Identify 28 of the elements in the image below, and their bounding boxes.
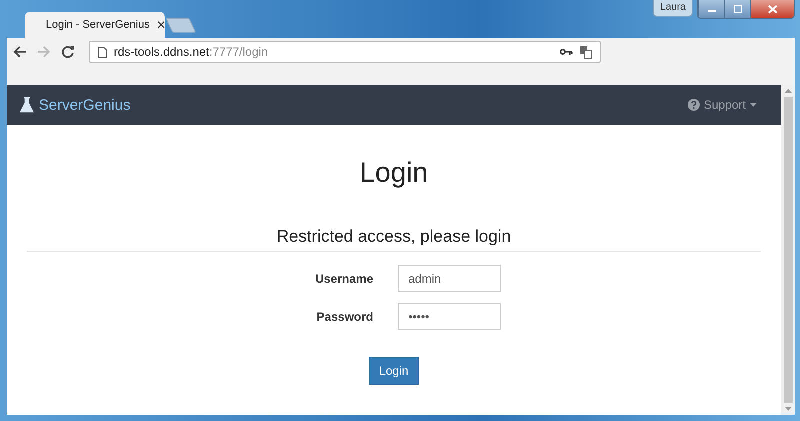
input-field[interactable]: ••••• <box>398 303 500 330</box>
close-icon <box>768 4 778 14</box>
reload-icon[interactable] <box>61 45 75 59</box>
caret-icon <box>750 103 757 107</box>
input-field[interactable]: admin <box>398 265 500 292</box>
close-button[interactable] <box>750 0 794 18</box>
tab-title: Login - ServerGenius <box>46 19 150 31</box>
help-icon <box>688 99 700 111</box>
back-icon[interactable] <box>13 45 27 59</box>
flask-icon <box>20 97 34 113</box>
login-button[interactable]: Login <box>369 357 419 385</box>
minimize-button[interactable] <box>698 0 724 18</box>
profile-button[interactable]: Laura <box>653 0 693 17</box>
maximize-icon <box>732 5 742 13</box>
key-icon[interactable] <box>560 48 573 56</box>
address-bar[interactable]: rds-tools.ddns.net:7777/login <box>89 41 601 63</box>
field-label: Password <box>316 310 374 324</box>
support-menu[interactable]: Support <box>688 98 757 112</box>
page-heading: Login <box>360 157 428 189</box>
field-label: Username <box>314 272 374 286</box>
form-heading: Restricted access, please login <box>276 227 512 247</box>
browser-tab[interactable]: Login - ServerGenius × <box>25 12 165 38</box>
maximize-button[interactable] <box>724 0 750 18</box>
page-icon <box>98 46 107 58</box>
close-tab-button[interactable]: × <box>156 16 166 34</box>
url-text: rds-tools.ddns.net:7777/login <box>114 45 270 59</box>
translate-icon[interactable] <box>580 46 592 58</box>
brand-link[interactable]: ServerGenius <box>20 96 131 114</box>
